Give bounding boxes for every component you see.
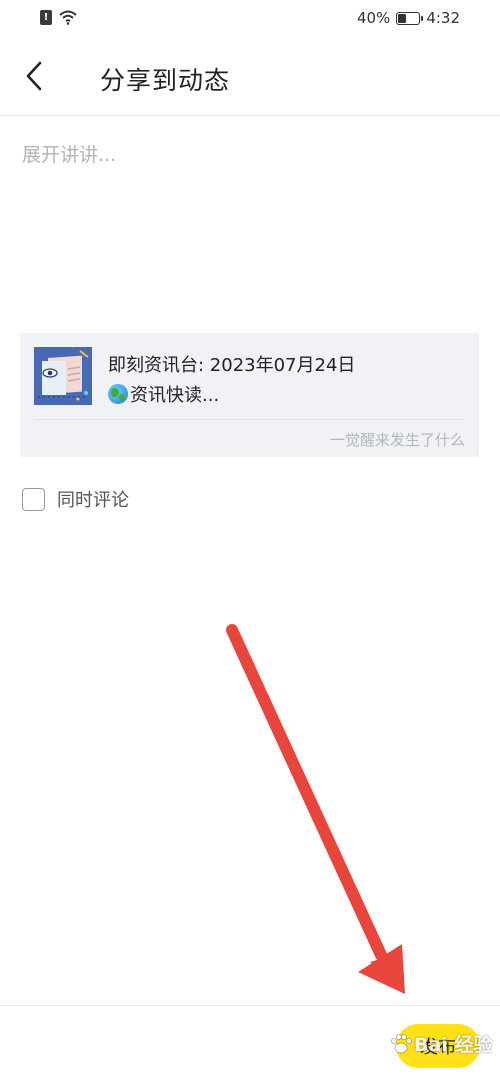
battery-percent: 40%	[356, 9, 391, 27]
compose-text-input[interactable]: 展开讲讲...	[22, 140, 478, 167]
page-title: 分享到动态	[100, 66, 231, 95]
sim-alert-icon: !	[40, 9, 52, 25]
card-title: 即刻资讯台: 2023年07月24日	[108, 355, 356, 376]
shared-content-card[interactable]: 即刻资讯台: 2023年07月24日 资讯快读... 一觉醒来发生了什么	[20, 333, 479, 457]
battery-level	[398, 13, 407, 23]
card-thumbnail	[34, 347, 92, 405]
card-description: 资讯快读...	[108, 381, 219, 407]
comment-checkbox-label: 同时评论	[57, 490, 129, 511]
card-divider	[34, 419, 465, 420]
watermark-text: Bai 经验	[414, 1034, 493, 1056]
card-description-text: 资讯快读...	[130, 385, 220, 406]
wifi-icon	[59, 10, 77, 25]
nav-bar: 分享到动态	[0, 40, 500, 116]
card-source: 一觉醒来发生了什么	[329, 431, 465, 449]
comment-option-row[interactable]: 同时评论	[22, 486, 129, 512]
status-bar: ! 40% 4:32	[0, 0, 500, 38]
newspaper-eye-icon	[34, 347, 92, 405]
status-right: 40% 4:32	[357, 9, 460, 27]
status-time: 4:32	[426, 9, 460, 27]
status-left: !	[40, 9, 78, 25]
globe-icon	[108, 384, 128, 404]
back-button[interactable]	[12, 54, 56, 98]
chevron-left-icon	[26, 61, 42, 91]
comment-checkbox[interactable]	[22, 487, 45, 511]
watermark: Bai 经验	[388, 1030, 492, 1057]
battery-icon	[396, 11, 424, 25]
paw-icon	[391, 1033, 412, 1053]
